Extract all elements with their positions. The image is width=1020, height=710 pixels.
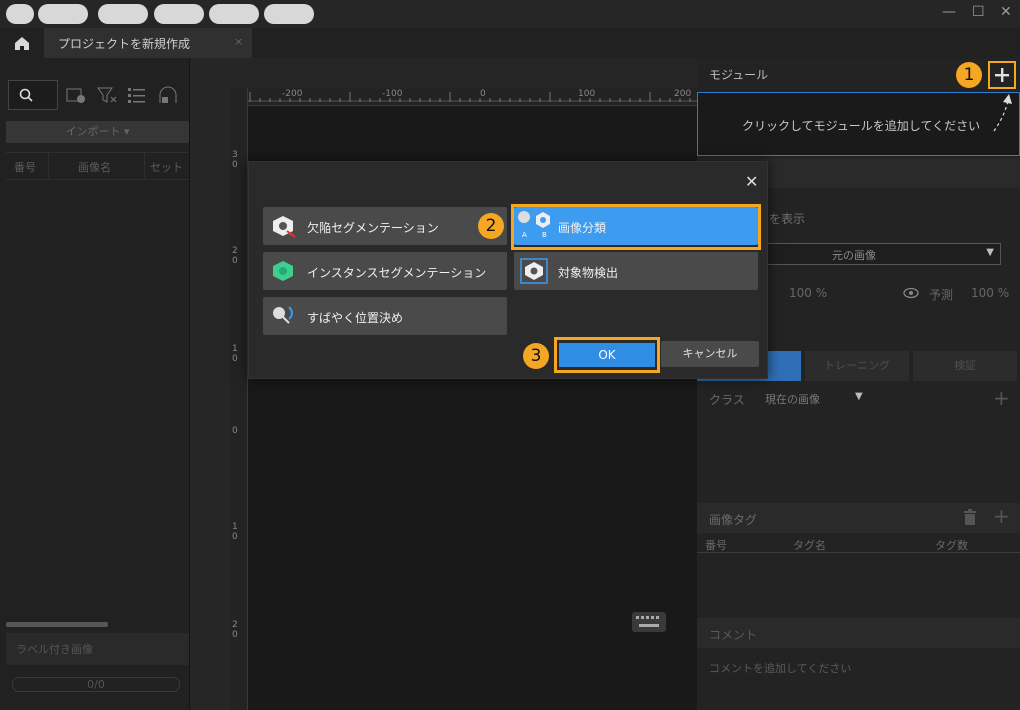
ruler-label: 2 0 [232, 246, 238, 266]
menu-item[interactable] [6, 4, 34, 24]
step-badge-1: 1 [956, 62, 982, 88]
chevron-down-icon: ▼ [855, 391, 863, 402]
option-object-detection[interactable]: 対象物検出 [514, 252, 758, 290]
image-tag-title: 画像タグ [709, 513, 758, 527]
ruler-label: 100 [578, 89, 596, 99]
canvas-toolbar [230, 58, 697, 88]
column-header[interactable]: 番号 [705, 537, 727, 553]
comment-input[interactable]: コメントを追加してください [709, 660, 851, 676]
tab-training[interactable]: トレーニング [805, 351, 909, 381]
tab-validation[interactable]: 検証 [913, 351, 1017, 381]
option-instance-segmentation[interactable]: インスタンスセグメンテーション [263, 252, 507, 290]
comment-header: コメント [697, 618, 1020, 648]
column-header[interactable]: 番号 [14, 159, 36, 175]
column-header[interactable]: 画像名 [78, 159, 111, 175]
ruler-label: -200 [282, 89, 303, 99]
comment-title: コメント [709, 628, 758, 642]
tab-label: プロジェクトを新規作成 [58, 37, 191, 51]
option-label: インスタンスセグメンテーション [307, 266, 487, 280]
tab-bar: プロジェクトを新規作成 × [0, 28, 1020, 58]
menu-item[interactable] [209, 4, 259, 24]
add-module-button[interactable] [988, 61, 1016, 89]
step-badge-3: 3 [523, 343, 549, 369]
plus-icon [995, 68, 1009, 82]
image-list-panel: インポート ▾ 番号 画像名 セット ラベル付き画像 0/0 [0, 58, 190, 710]
column-header[interactable]: タグ名 [793, 537, 826, 553]
defect-segmentation-icon [273, 216, 296, 238]
maximize-button[interactable]: ☐ [972, 4, 985, 20]
tag-table-header: 番号 タグ名 タグ数 [697, 535, 1020, 553]
ruler-label: 200 [674, 89, 692, 99]
column-header[interactable]: セット [150, 159, 183, 175]
chevron-down-icon: ▼ [986, 247, 994, 258]
vertical-ruler: 3 0 2 0 1 0 0 1 0 2 0 [230, 88, 248, 710]
option-label: すばやく位置決め [307, 311, 404, 325]
highlight-frame [511, 204, 761, 250]
search-input[interactable] [8, 80, 58, 110]
filter-icon[interactable] [97, 86, 117, 104]
arrow-icon [993, 94, 1012, 132]
ruler-label: 1 0 [232, 522, 238, 542]
tab-new-project[interactable]: プロジェクトを新規作成 × [44, 28, 252, 58]
object-detection-icon [520, 258, 548, 284]
module-select-dialog: ✕ 欠陥セグメンテーション AB 画像分類 インスタンスセグメンテーション 対象… [248, 161, 768, 379]
option-fast-positioning[interactable]: すばやく位置決め [263, 297, 507, 335]
add-tag-button[interactable]: + [993, 504, 1010, 528]
opacity-value: 100 % [789, 286, 828, 300]
add-class-button[interactable]: + [993, 386, 1010, 410]
source-image-select[interactable]: 元の画像 ▼ [761, 243, 1001, 265]
labeled-images-section: ラベル付き画像 [6, 633, 189, 665]
import-button[interactable]: インポート ▾ [6, 121, 189, 143]
cancel-button[interactable]: キャンセル [661, 341, 759, 367]
title-bar: — ☐ ✕ [0, 0, 1020, 28]
canvas-gutter [190, 58, 230, 710]
menu-item[interactable] [38, 4, 88, 24]
option-label: 対象物検出 [558, 266, 619, 280]
close-window-button[interactable]: ✕ [1000, 4, 1012, 20]
menu-item[interactable] [154, 4, 204, 24]
image-table-header: 番号 画像名 セット [6, 152, 189, 180]
list-icon[interactable] [127, 86, 147, 104]
module-title: モジュール [709, 68, 769, 82]
display-label: を表示 [769, 212, 806, 226]
class-label: クラス [709, 393, 745, 407]
module-panel: モジュール クリックしてモジュールを追加してください を表示 元の画像 ▼ 10… [697, 58, 1020, 710]
tab-close-icon[interactable]: × [234, 35, 243, 48]
module-drop-area[interactable]: クリックしてモジュールを追加してください [697, 92, 1020, 156]
ruler-label: 0 [232, 426, 238, 436]
option-defect-segmentation[interactable]: 欠陥セグメンテーション [263, 207, 507, 245]
ruler-label: 0 [480, 89, 486, 99]
keyboard-icon[interactable] [632, 612, 666, 632]
fast-positioning-icon [273, 306, 293, 324]
label-icon[interactable] [158, 86, 178, 104]
column-header[interactable]: タグ数 [935, 537, 968, 553]
ruler-label: 3 0 [232, 150, 238, 170]
horizontal-ruler: -200 -100 0 100 200 [230, 88, 697, 106]
labeled-images-label: ラベル付き画像 [16, 643, 93, 656]
search-icon [19, 88, 33, 102]
image-tag-header: 画像タグ + [697, 503, 1020, 533]
menu-item[interactable] [264, 4, 314, 24]
ruler-label: 2 0 [232, 620, 238, 640]
prediction-opacity-value: 100 % [971, 286, 1010, 300]
instance-segmentation-icon [273, 261, 293, 281]
source-select-value: 元の画像 [832, 249, 876, 262]
close-icon[interactable]: ✕ [745, 172, 758, 191]
menu-item[interactable] [98, 4, 148, 24]
class-select[interactable]: 現在の画像 [765, 391, 820, 407]
minimize-button[interactable]: — [942, 4, 956, 20]
step-badge-2: 2 [478, 213, 504, 239]
home-icon[interactable] [10, 34, 34, 52]
option-label: 欠陥セグメンテーション [307, 221, 439, 235]
labeling-progress: 0/0 [12, 677, 180, 692]
eye-icon[interactable] [903, 286, 919, 300]
module-hint: クリックしてモジュールを追加してください [742, 119, 981, 133]
ruler-label: 1 0 [232, 344, 238, 364]
trash-icon[interactable] [963, 509, 977, 525]
horizontal-scrollbar[interactable] [6, 622, 108, 627]
image-filter-icon[interactable] [66, 86, 86, 104]
highlight-frame [554, 337, 660, 373]
prediction-label: 予測 [929, 288, 954, 302]
ruler-label: -100 [382, 89, 403, 99]
